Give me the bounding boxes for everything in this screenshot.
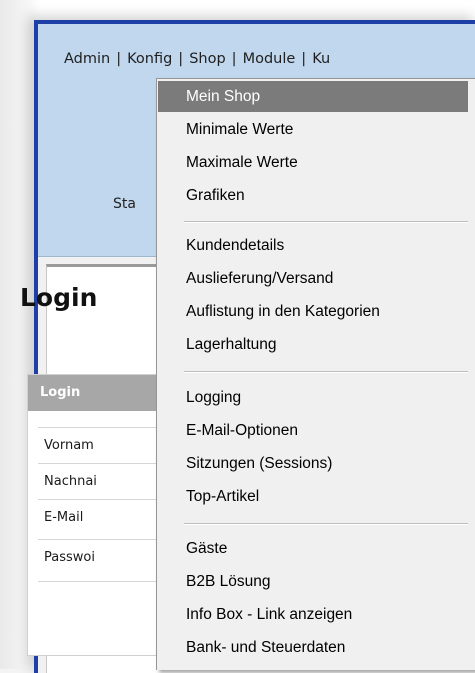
nav-konfig[interactable]: Konfig: [127, 51, 172, 67]
menu-item-bank-steuerdaten[interactable]: Bank- und Steuerdaten: [158, 632, 468, 663]
nav-separator: |: [116, 51, 122, 67]
nav-shop[interactable]: Shop: [189, 51, 225, 67]
menu-separator: [184, 523, 468, 525]
menu-item-auslieferung[interactable]: Auslieferung/Versand: [158, 263, 468, 294]
top-navigation: Admin | Konfig | Shop | Module | Ku: [64, 51, 330, 67]
menu-item-lagerhaltung[interactable]: Lagerhaltung: [158, 329, 468, 360]
field-label-vorname: Vornam: [44, 438, 94, 453]
page-title: Login: [20, 283, 98, 312]
nav-separator: |: [301, 51, 307, 67]
menu-item-grafiken[interactable]: Grafiken: [158, 180, 468, 211]
menu-separator: [184, 371, 468, 373]
menu-item-auflistung[interactable]: Auflistung in den Kategorien: [158, 296, 468, 327]
nav-admin[interactable]: Admin: [64, 51, 110, 67]
menu-item-top-artikel[interactable]: Top-Artikel: [158, 481, 468, 512]
menu-item-gaeste[interactable]: Gäste: [158, 533, 468, 564]
menu-item-logging[interactable]: Logging: [158, 382, 468, 413]
menu-separator: [184, 221, 468, 223]
menu-item-minimale-werte[interactable]: Minimale Werte: [158, 114, 468, 145]
menu-item-mein-shop[interactable]: Mein Shop: [158, 81, 468, 112]
konfig-dropdown-menu: Mein Shop Minimale Werte Maximale Werte …: [156, 78, 475, 670]
menu-item-sitzungen[interactable]: Sitzungen (Sessions): [158, 448, 468, 479]
menu-item-b2b-loesung[interactable]: B2B Lösung: [158, 566, 468, 597]
nav-module[interactable]: Module: [243, 51, 296, 67]
login-box-title: Login: [40, 385, 81, 400]
header-status-text: Sta: [113, 196, 136, 212]
menu-item-email-optionen[interactable]: E-Mail-Optionen: [158, 415, 468, 446]
menu-item-info-box-link[interactable]: Info Box - Link anzeigen: [158, 599, 468, 630]
nav-separator: |: [231, 51, 237, 67]
nav-separator: |: [178, 51, 184, 67]
menu-item-maximale-werte[interactable]: Maximale Werte: [158, 147, 468, 178]
field-label-nachname: Nachnai: [44, 474, 97, 489]
menu-item-kundendetails[interactable]: Kundendetails: [158, 230, 468, 261]
nav-kunden[interactable]: Ku: [312, 51, 330, 67]
field-label-passwort: Passwoi: [44, 550, 95, 565]
field-label-email: E-Mail: [44, 510, 84, 525]
